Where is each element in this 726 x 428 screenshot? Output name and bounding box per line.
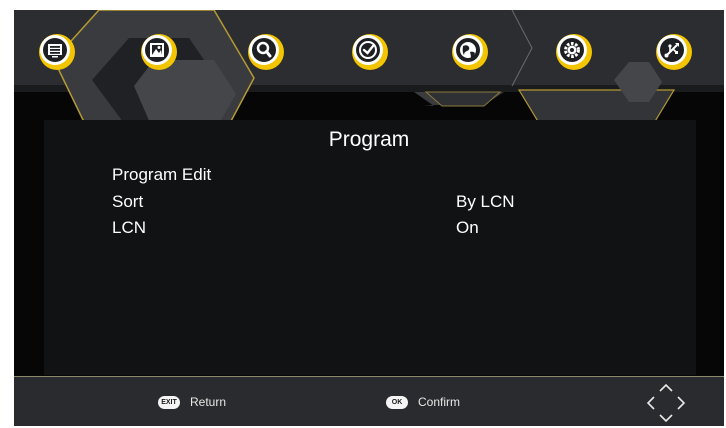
- search-icon[interactable]: [246, 32, 286, 72]
- tv-menu-screen: Program Program Edit Sort By LCN LCN On …: [14, 10, 724, 426]
- usb-icon[interactable]: [654, 32, 694, 72]
- exit-key-icon: EXIT: [158, 395, 180, 409]
- dpad-navigation-icon: [646, 383, 686, 423]
- return-button[interactable]: EXIT Return: [158, 395, 226, 409]
- menu-item-label: Sort: [112, 192, 144, 211]
- footer-bar: EXIT Return OK Confirm: [14, 376, 724, 426]
- menu-item-label: Program Edit: [112, 165, 212, 184]
- menu-item-lcn[interactable]: LCN On: [112, 218, 672, 242]
- ok-key-icon: OK: [386, 395, 408, 409]
- confirm-label: Confirm: [418, 395, 461, 409]
- picture-icon[interactable]: [139, 32, 179, 72]
- page-title: Program: [328, 128, 410, 151]
- menu-item-label: LCN: [112, 218, 147, 237]
- globe-icon[interactable]: [450, 32, 490, 72]
- confirm-button[interactable]: OK Confirm: [386, 395, 460, 409]
- return-label: Return: [190, 395, 227, 409]
- menu-item-value: By LCN: [456, 192, 515, 211]
- clock-icon[interactable]: [350, 32, 390, 72]
- menu-item-value: On: [456, 218, 479, 237]
- menu-item-sort[interactable]: Sort By LCN: [112, 192, 672, 216]
- settings-icon[interactable]: [554, 32, 594, 72]
- tv-program-icon[interactable]: [37, 32, 77, 72]
- content-panel: [44, 120, 696, 375]
- menu-item-program-edit[interactable]: Program Edit: [112, 165, 672, 189]
